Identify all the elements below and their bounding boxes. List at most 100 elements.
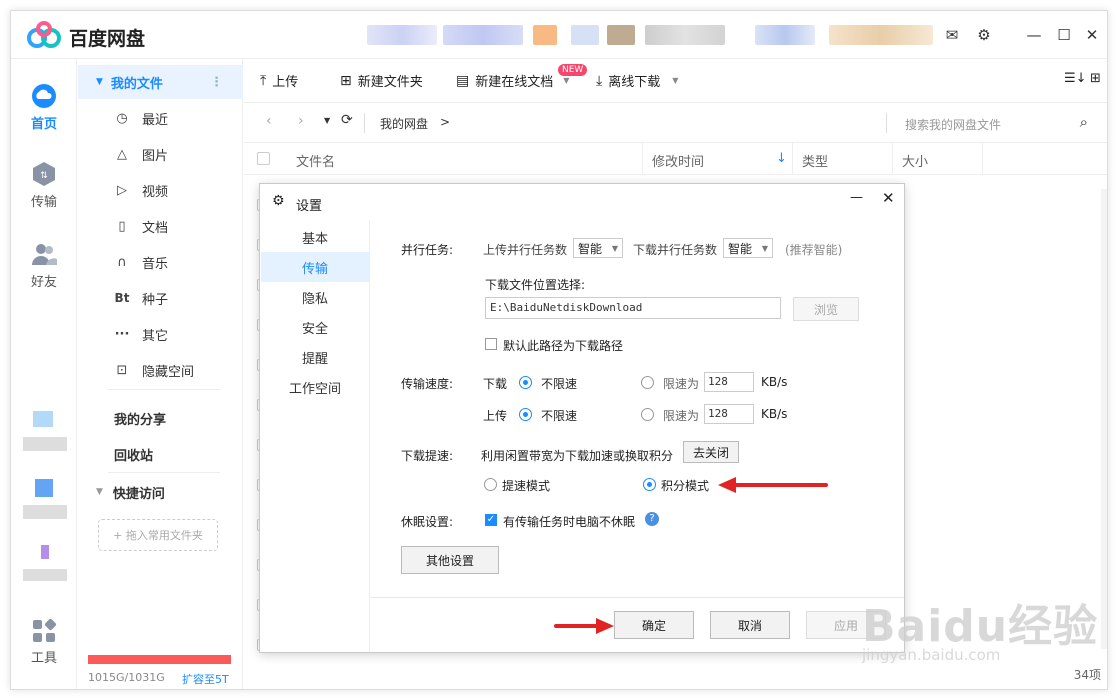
upload-button[interactable]: ⤒ 上传 <box>260 71 298 91</box>
nav-tools-label: 工具 <box>30 651 57 666</box>
folder-item-torrents[interactable]: Bt 种子 <box>78 281 243 315</box>
upload-parallel-select[interactable]: 智能 ▼ <box>573 238 623 258</box>
settings-gear-icon[interactable]: ⚙ <box>971 23 997 47</box>
divider <box>108 472 220 473</box>
tab-basic[interactable]: 基本 <box>261 222 369 252</box>
search-icon[interactable]: ⌕ <box>1080 113 1088 131</box>
search-placeholder: 搜索我的网盘文件 <box>905 118 1002 132</box>
download-unlimited-radio[interactable] <box>519 376 532 389</box>
divider <box>364 113 365 133</box>
default-path-checkbox[interactable] <box>485 338 497 350</box>
nav-transfer-label: 传输 <box>30 195 57 210</box>
svg-text:⇅: ⇅ <box>40 171 48 181</box>
forward-arrow-icon[interactable]: › <box>298 113 304 129</box>
search-box[interactable]: 搜索我的网盘文件 ⌕ <box>886 113 1096 133</box>
chevron-down-icon: ▼ <box>672 76 679 85</box>
column-modified[interactable]: 修改时间 <box>652 151 704 170</box>
new-folder-button[interactable]: ⊞ 新建文件夹 <box>340 71 423 91</box>
upload-unlimited-radio[interactable] <box>519 408 532 421</box>
tab-workspace[interactable]: 工作空间 <box>261 372 369 402</box>
points-mode-label: 积分模式 <box>661 479 710 493</box>
expand-storage-link[interactable]: 扩容至5T <box>182 671 229 687</box>
cancel-button[interactable]: 取消 <box>710 611 790 639</box>
my-share-item[interactable]: 我的分享 <box>78 401 243 435</box>
add-common-folder-drop[interactable]: + 拖入常用文件夹 <box>98 519 218 551</box>
folder-item-videos[interactable]: ▷ 视频 <box>78 173 243 207</box>
maximize-button[interactable]: ☐ <box>1051 23 1077 47</box>
dialog-close-button[interactable]: ✕ <box>882 189 895 207</box>
tab-transfer[interactable]: 传输 <box>261 252 369 282</box>
new-badge: NEW <box>558 64 588 76</box>
browse-button[interactable]: 浏览 <box>793 297 859 321</box>
tab-security[interactable]: 安全 <box>261 312 369 342</box>
upload-limit-radio[interactable] <box>641 408 654 421</box>
back-arrow-icon[interactable]: ‹ <box>266 113 272 129</box>
refresh-icon[interactable]: ⟳ <box>341 112 353 128</box>
points-mode-radio[interactable] <box>643 478 656 491</box>
folder-item-music[interactable]: ∩ 音乐 <box>78 245 243 279</box>
transfer-settings: 并行任务: 上传并行任务数 智能 ▼ 下载并行任务数 智能 ▼ (推荐智能) 下载文… <box>371 220 904 598</box>
scrollbar-track[interactable] <box>1101 189 1107 649</box>
mail-icon[interactable]: ✉ <box>939 23 965 47</box>
upload-unlimited-label: 不限速 <box>541 409 578 423</box>
lock-icon: ⊡ <box>116 362 128 378</box>
mountain-icon: △ <box>117 146 127 162</box>
folder-plus-icon: ⊞ <box>340 72 352 89</box>
recycle-bin-item[interactable]: 回收站 <box>78 437 243 471</box>
no-sleep-checkbox[interactable]: ✓ <box>485 514 497 526</box>
other-settings-button[interactable]: 其他设置 <box>401 546 499 574</box>
column-name[interactable]: 文件名 <box>296 151 335 170</box>
toolbar: ⤒ 上传 ⊞ 新建文件夹 ▤ 新建在线文档 ▼ NEW ⤓ 离线下载 ▼ ☰↓ ⊞ <box>244 59 1107 103</box>
select-all-checkbox[interactable] <box>257 152 270 165</box>
nav-transfer[interactable]: ⇅ 传输 <box>11 161 77 210</box>
chevron-down-icon: ▼ <box>611 243 618 253</box>
quick-access-label: 快捷访问 <box>112 486 165 502</box>
more-vertical-icon[interactable]: ⋮ <box>210 75 223 90</box>
grid-view-icon[interactable]: ⊞ <box>1090 71 1101 86</box>
nav-friends[interactable]: 好友 <box>11 241 77 290</box>
upload-icon: ⤒ <box>260 72 267 89</box>
quick-access-item[interactable]: ▼ 快捷访问 <box>78 475 243 509</box>
help-icon[interactable]: ? <box>645 512 659 526</box>
history-dropdown-icon[interactable]: ▼ <box>324 116 330 125</box>
folder-item-hidden-space[interactable]: ⊡ 隐藏空间 <box>78 353 243 387</box>
app-title: 百度网盘 <box>69 28 146 50</box>
offline-download-button[interactable]: ⤓ 离线下载 ▼ <box>596 71 679 91</box>
chevron-down-icon: ▼ <box>761 243 768 253</box>
download-limit-input[interactable]: 128 <box>704 372 754 392</box>
minimize-button[interactable]: — <box>1021 23 1047 47</box>
column-type[interactable]: 类型 <box>802 151 828 170</box>
default-path-label: 默认此路径为下载路径 <box>503 339 624 353</box>
settings-tabs: 基本 传输 隐私 安全 提醒 工作空间 <box>260 220 370 652</box>
new-online-doc-button[interactable]: ▤ 新建在线文档 ▼ <box>456 71 570 91</box>
folder-item-recent[interactable]: ◷ 最近 <box>78 101 243 135</box>
folder-item-other[interactable]: ··· 其它 <box>78 317 243 351</box>
friends-icon <box>32 244 57 265</box>
download-path-input[interactable]: E:\BaiduNetdiskDownload <box>485 297 781 319</box>
tab-reminder[interactable]: 提醒 <box>261 342 369 372</box>
apply-button[interactable]: 应用 <box>806 611 886 639</box>
nav-home[interactable]: 首页 <box>11 83 77 132</box>
download-parallel-select[interactable]: 智能 ▼ <box>723 238 773 258</box>
nav-tools[interactable]: 工具 <box>11 619 77 666</box>
folder-label: 最近 <box>142 112 169 128</box>
tab-privacy[interactable]: 隐私 <box>261 282 369 312</box>
sort-icon[interactable]: ☰↓ <box>1064 71 1087 86</box>
folder-item-docs[interactable]: ▯ 文档 <box>78 209 243 243</box>
upload-limit-input[interactable]: 128 <box>704 404 754 424</box>
download-speed-label: 下载 <box>483 377 508 391</box>
column-size[interactable]: 大小 <box>902 151 928 170</box>
dialog-minimize-button[interactable]: — <box>850 190 863 205</box>
chevron-down-icon: ▼ <box>563 76 570 85</box>
my-files-item[interactable]: ▼ 我的文件 ⋮ <box>78 65 243 99</box>
download-unlimited-label: 不限速 <box>541 377 578 391</box>
download-limit-radio[interactable] <box>641 376 654 389</box>
folder-label: 视频 <box>142 184 169 200</box>
folder-item-pictures[interactable]: △ 图片 <box>78 137 243 171</box>
ok-button[interactable]: 确定 <box>614 611 694 639</box>
close-window-button[interactable]: ✕ <box>1079 23 1105 47</box>
fast-mode-radio[interactable] <box>484 478 497 491</box>
boost-close-button[interactable]: 去关闭 <box>683 441 739 463</box>
speed-label: 传输速度: <box>401 377 454 391</box>
breadcrumb-root[interactable]: 我的网盘 <box>380 115 428 132</box>
